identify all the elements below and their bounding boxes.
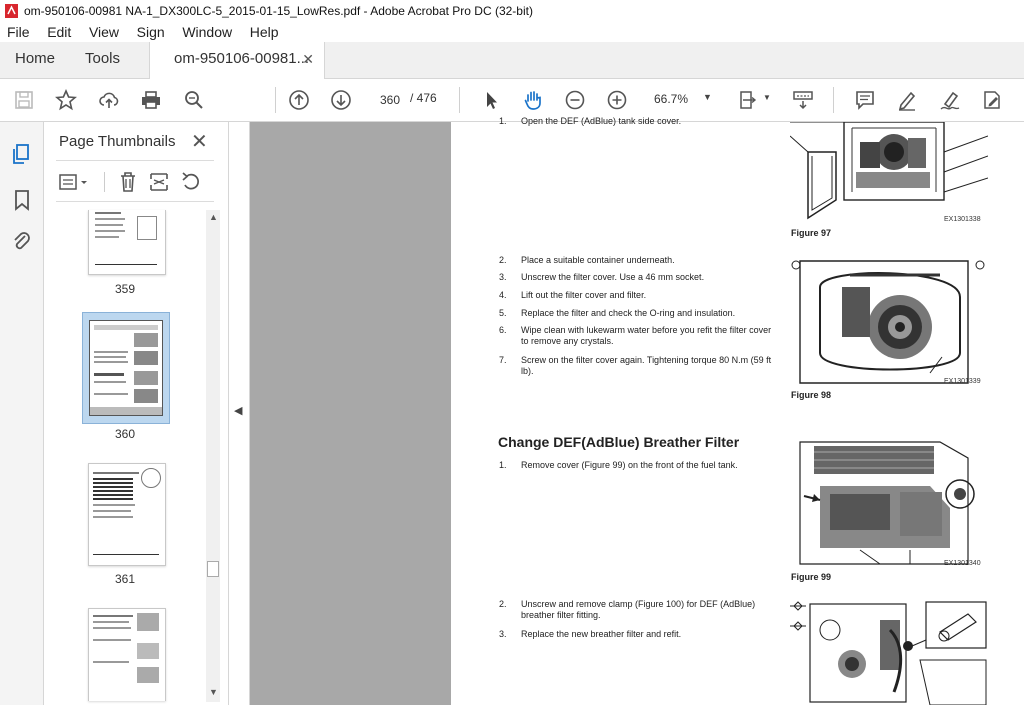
next-page-icon[interactable] <box>328 87 354 113</box>
bookmarks-icon[interactable] <box>10 188 34 212</box>
thumbnail-page-360-selected[interactable] <box>82 312 170 424</box>
step-5: 5. Replace the filter and check the O-ri… <box>499 308 789 320</box>
scroll-up-icon[interactable]: ▲ <box>209 212 218 222</box>
figure-code: EX1301338 <box>944 216 981 223</box>
thumbnail-label: 361 <box>114 572 136 586</box>
zoom-out-icon[interactable] <box>562 87 588 113</box>
comment-icon[interactable] <box>852 87 878 113</box>
page-total: / 476 <box>410 91 437 105</box>
thumbnail-page-362[interactable] <box>88 608 166 701</box>
left-rail <box>0 122 44 705</box>
figure-98-image <box>790 257 988 387</box>
menu-edit[interactable]: Edit <box>40 22 78 40</box>
scroll-down-icon[interactable]: ▼ <box>209 687 218 697</box>
window-title: om-950106-00981 NA-1_DX300LC-5_2015-01-1… <box>24 4 533 18</box>
upload-cloud-icon[interactable] <box>96 87 122 113</box>
page-display-icon[interactable] <box>790 87 816 113</box>
sign-pen-icon[interactable] <box>937 87 963 113</box>
menu-sign[interactable]: Sign <box>130 22 172 40</box>
select-cursor-icon[interactable] <box>478 87 504 113</box>
tab-document-label: om-950106-00981... <box>174 50 310 67</box>
step-text: Remove cover (Figure 99) on the front of… <box>521 460 738 470</box>
step-3-breather: 3. Replace the new breather filter and r… <box>499 629 789 641</box>
step-6: 6. Wipe clean with lukewarm water before… <box>499 325 789 349</box>
step-text: Wipe clean with lukewarm water before yo… <box>521 325 772 346</box>
zoom-search-icon[interactable] <box>181 87 207 113</box>
thumbnails-scrollbar[interactable]: ▲ ▼ <box>206 210 220 702</box>
title-bar: om-950106-00981 NA-1_DX300LC-5_2015-01-1… <box>0 0 1024 23</box>
step-text: Replace the new breather filter and refi… <box>521 629 682 639</box>
options-menu-icon[interactable] <box>58 170 90 194</box>
zoom-dropdown[interactable]: 66.7% ▼ <box>646 88 716 110</box>
tab-row: Home Tools om-950106-00981... ✕ <box>0 42 1024 79</box>
figure-code: EX1301340 <box>944 560 981 567</box>
print-icon[interactable] <box>138 87 164 113</box>
close-panel-icon[interactable]: ✕ <box>191 129 208 154</box>
fit-page-chevron-icon[interactable]: ▼ <box>763 93 771 102</box>
figure-code: EX1301339 <box>944 378 981 385</box>
highlight-pen-icon[interactable] <box>894 87 920 113</box>
menu-file[interactable]: File <box>0 22 37 40</box>
menu-window[interactable]: Window <box>175 22 239 40</box>
step-text: Place a suitable container underneath. <box>521 255 675 265</box>
tab-document[interactable]: om-950106-00981... ✕ <box>149 42 325 79</box>
page-number-input[interactable] <box>371 89 409 111</box>
step-text: Screw on the filter cover again. Tighten… <box>521 355 772 376</box>
thumbnail-page-359[interactable] <box>88 210 166 275</box>
fit-page-icon[interactable] <box>735 87 761 113</box>
menu-bar: File Edit View Sign Window Help <box>0 22 1024 42</box>
section-heading: Change DEF(AdBlue) Breather Filter <box>498 434 740 450</box>
hand-tool-icon[interactable] <box>520 87 546 113</box>
step-text: Replace the filter and check the O-ring … <box>521 308 736 318</box>
collapse-panel-icon[interactable]: ◀ <box>234 404 242 417</box>
thumbnail-label: 360 <box>114 427 136 441</box>
step-text: Unscrew the filter cover. Use a 46 mm so… <box>521 272 705 282</box>
acrobat-app-icon <box>5 4 18 18</box>
zoom-in-icon[interactable] <box>604 87 630 113</box>
figure-caption: Figure 99 <box>791 572 832 582</box>
tab-home[interactable]: Home <box>15 42 55 78</box>
step-text: Open the DEF (AdBlue) tank side cover. <box>521 116 682 126</box>
figure-97-image <box>790 122 988 226</box>
panel-collapse-strip[interactable]: ◀ <box>229 122 250 705</box>
fill-sign-icon[interactable] <box>979 87 1005 113</box>
thumbnail-label: 359 <box>114 282 136 296</box>
save-icon[interactable] <box>11 87 37 113</box>
thumbnail-page-361[interactable] <box>88 463 166 566</box>
step-2-breather: 2. Unscrew and remove clamp (Figure 100)… <box>499 599 789 623</box>
step-2: 2. Place a suitable container underneath… <box>499 255 789 267</box>
step-1-breather: 1. Remove cover (Figure 99) on the front… <box>499 460 789 472</box>
figure-caption: Figure 98 <box>791 390 832 400</box>
previous-page-icon[interactable] <box>286 87 312 113</box>
figure-caption: Figure 97 <box>791 228 832 238</box>
extract-pages-icon[interactable] <box>147 170 171 194</box>
figure-100-image <box>790 600 988 705</box>
figure-99-image <box>790 438 988 568</box>
chevron-down-icon: ▼ <box>703 92 712 102</box>
scrollbar-thumb[interactable] <box>207 561 219 577</box>
tab-tools[interactable]: Tools <box>85 42 120 78</box>
menu-help[interactable]: Help <box>243 22 286 40</box>
zoom-value: 66.7% <box>654 92 689 106</box>
close-tab-icon[interactable]: ✕ <box>302 42 314 76</box>
step-4: 4. Lift out the filter cover and filter. <box>499 290 789 302</box>
step-7: 7. Screw on the filter cover again. Tigh… <box>499 355 789 379</box>
rotate-page-icon[interactable] <box>179 170 203 194</box>
attachments-icon[interactable] <box>10 230 34 254</box>
step-text: Lift out the filter cover and filter. <box>521 290 647 300</box>
step-text: Unscrew and remove clamp (Figure 100) fo… <box>521 599 756 620</box>
step-3: 3. Unscrew the filter cover. Use a 46 mm… <box>499 272 789 284</box>
panel-title: Page Thumbnails <box>59 133 176 150</box>
menu-view[interactable]: View <box>82 22 126 40</box>
bookmark-star-icon[interactable] <box>53 87 79 113</box>
step-1-partial: 1. Open the DEF (AdBlue) tank side cover. <box>499 116 789 126</box>
delete-trash-icon[interactable] <box>116 170 140 194</box>
page-thumbnails-icon[interactable] <box>10 142 34 166</box>
